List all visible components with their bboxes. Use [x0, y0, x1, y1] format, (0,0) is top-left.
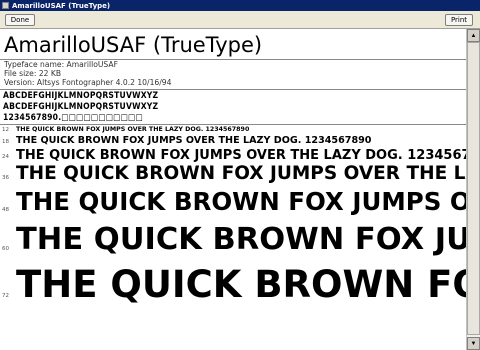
sample-text: THE QUICK BROWN FOX JUMPS OVER THE LAZY …: [16, 148, 466, 163]
size-label: 60: [2, 246, 9, 252]
vertical-scrollbar[interactable]: ▲ ▼: [466, 29, 480, 350]
sample-text: THE QUICK BROWN FOX JUMPS OVER THE LAZY …: [16, 126, 250, 133]
app-icon: [2, 2, 9, 9]
charset-line: ABCDEFGHIJKLMNOPQRSTUVWXYZ: [3, 102, 159, 112]
scroll-down-icon[interactable]: ▼: [467, 337, 480, 350]
scroll-up-icon[interactable]: ▲: [467, 29, 480, 42]
sample-text: THE QUICK BROWN FOX JUMPS OVER: [16, 187, 466, 216]
file-size: File size: 22 KB: [4, 69, 62, 78]
font-title: AmarilloUSAF (TrueType): [4, 33, 263, 57]
size-label: 72: [2, 293, 9, 299]
sample-text: THE QUICK BROWN FOX J: [16, 263, 466, 306]
title-bar: AmarilloUSAF (TrueType): [0, 0, 480, 11]
charset-line: ABCDEFGHIJKLMNOPQRSTUVWXYZ: [3, 91, 159, 101]
font-version: Version: Altsys Fontographer 4.0.2 10/16…: [4, 78, 172, 87]
size-label: 36: [2, 175, 9, 181]
toolbar: Done Print: [0, 11, 480, 29]
size-label: 24: [2, 154, 9, 160]
divider: [0, 124, 466, 125]
sample-text: THE QUICK BROWN FOX JUMPS OVER THE LAZY …: [16, 163, 466, 184]
size-label: 12: [2, 127, 9, 133]
size-label: 48: [2, 207, 9, 213]
typeface-name: Typeface name: AmarilloUSAF: [4, 60, 118, 69]
font-preview-pane: AmarilloUSAF (TrueType) Typeface name: A…: [0, 29, 466, 350]
sample-text: THE QUICK BROWN FOX JUMP: [16, 222, 466, 257]
done-button[interactable]: Done: [5, 14, 35, 26]
size-label: 18: [2, 139, 9, 145]
charset-line: 1234567890.□□□□□□□□□□□: [3, 113, 143, 123]
window-title: AmarilloUSAF (TrueType): [12, 1, 111, 10]
sample-text: THE QUICK BROWN FOX JUMPS OVER THE LAZY …: [16, 135, 372, 146]
print-button[interactable]: Print: [445, 14, 473, 26]
divider: [0, 89, 466, 90]
scrollbar-thumb[interactable]: [467, 42, 480, 335]
